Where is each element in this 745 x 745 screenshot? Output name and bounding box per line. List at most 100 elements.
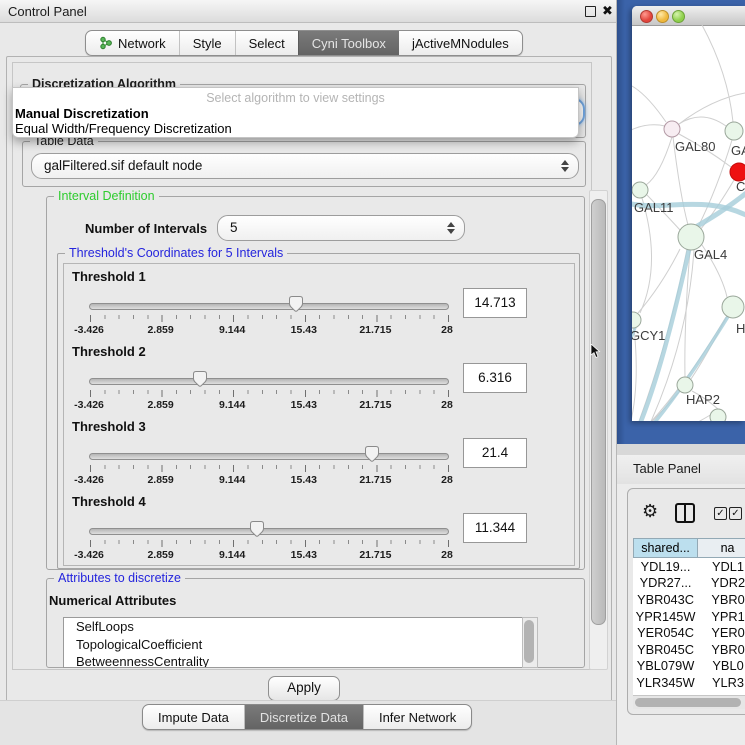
tab-jactivemnodules[interactable]: jActiveMNodules [399,31,522,55]
network-icon [99,36,113,50]
spinner-arrows-icon [447,222,455,234]
node-gcy1 [632,312,641,328]
list-item[interactable]: SelfLoops [64,618,523,636]
threshold-3-slider[interactable]: -3.426 2.859 9.144 15.43 21.715 28 [89,447,447,487]
slider-thumb[interactable] [192,370,208,387]
intervals-value: 5 [230,220,238,235]
attributes-group: Attributes to discretize Numerical Attri… [46,578,585,668]
list-item[interactable]: TopologicalCoefficient [64,636,523,654]
table-row[interactable]: YBL079WYBL0 [633,658,745,675]
table-row[interactable]: YBR043CYBR0 [633,591,745,608]
close-traffic-light-icon[interactable] [640,10,653,23]
tab-network-label: Network [118,36,166,51]
float-window-icon[interactable] [585,6,596,17]
mouse-cursor [590,344,602,360]
table-panel-titlebar: Table Panel [617,455,745,485]
split-columns-icon[interactable] [675,503,695,523]
table-data-combobox[interactable]: galFiltered.sif default node [31,153,579,179]
algorithm-dropdown-popup: Select algorithm to view settings Manual… [12,87,579,138]
tab-cyni-toolbox[interactable]: Cyni Toolbox [298,31,399,55]
scrollbar-thumb[interactable] [524,620,534,663]
column-header-name[interactable]: na [698,538,745,558]
dropdown-option-equal-width[interactable]: Equal Width/Frequency Discretization [15,121,232,136]
threshold-4-slider[interactable]: -3.426 2.859 9.144 15.43 21.715 28 [89,522,447,562]
control-panel-titlebar: Control Panel ✖ [0,0,616,23]
network-canvas[interactable]: GAL80 GA C GAL11 GAL4 GCY1 H HAP2 [632,25,745,421]
tab-infer-network[interactable]: Infer Network [363,705,471,729]
zoom-traffic-light-icon[interactable] [672,10,685,23]
node-bottom-partial [710,409,726,421]
gear-icon[interactable]: ⚙ [642,501,658,522]
threshold-3-label: Threshold 3 [72,419,146,434]
table-horizontal-scrollbar[interactable] [633,695,745,709]
slider-major-ticks [90,315,449,322]
table-row[interactable]: YLR345WYLR3 [633,674,745,691]
node-label-c-cut: C [736,179,745,194]
slider-thumb[interactable] [288,295,304,312]
node-table[interactable]: shared... na YDL19...YDL1 YDR27...YDR2 Y… [633,538,745,695]
network-desktop-background: GAL80 GA C GAL11 GAL4 GCY1 H HAP2 [617,0,745,444]
slider-track[interactable] [89,303,449,310]
node-label-h-cut: H [736,321,745,336]
threshold-2-value-input[interactable]: 6.316 [463,363,527,393]
scrollbar-thumb[interactable] [591,199,606,625]
threshold-1-value-input[interactable]: 14.713 [463,288,527,318]
close-icon[interactable]: ✖ [602,3,613,19]
top-tab-bar: Network Style Select Cyni Toolbox jActiv… [85,30,523,56]
list-item[interactable]: BetweennessCentrality [64,653,523,668]
scrollbar-thumb[interactable] [635,698,741,707]
checkbox-icon[interactable]: ✓ [714,507,727,520]
threshold-2-panel: Threshold 2 -3.426 2.859 9.144 15.43 [64,339,572,415]
apply-button[interactable]: Apply [268,676,340,701]
table-data-group: Table Data galFiltered.sif default node [22,141,586,187]
tab-style[interactable]: Style [179,31,235,55]
slider-tick-labels: -3.426 2.859 9.144 15.43 21.715 28 [89,474,447,486]
tab-network[interactable]: Network [86,31,179,55]
table-data-selected-value: galFiltered.sif default node [44,158,202,173]
numerical-attributes-label: Numerical Attributes [49,593,176,608]
node-label-hap2: HAP2 [686,392,720,407]
column-header-shared-name[interactable]: shared... [633,538,698,558]
threshold-1-slider[interactable]: -3.426 2.859 9.144 15.43 21.715 28 [89,297,447,337]
tab-select[interactable]: Select [235,31,298,55]
screen: Control Panel ✖ Network Style Select Cyn… [0,0,745,745]
table-row[interactable]: YDL19...YDL1 [633,558,745,575]
numerical-attributes-list[interactable]: SelfLoops TopologicalCoefficient Between… [63,617,524,668]
threshold-3-value-input[interactable]: 21.4 [463,438,527,468]
node-h [722,296,744,318]
node-label-gcy1: GCY1 [632,328,665,343]
slider-major-ticks [90,540,449,547]
slider-track[interactable] [89,453,449,460]
table-row[interactable]: YER054CYER0 [633,624,745,641]
slider-track[interactable] [89,528,449,535]
table-row[interactable]: YDR27...YDR2 [633,575,745,592]
table-panel-title: Table Panel [633,461,701,476]
slider-thumb[interactable] [364,445,380,462]
combo-arrows-icon [561,160,569,172]
dropdown-option-manual[interactable]: Manual Discretization [15,106,149,121]
slider-track[interactable] [89,378,449,385]
attributes-group-title: Attributes to discretize [54,571,185,585]
tab-impute-data[interactable]: Impute Data [143,705,244,729]
table-row[interactable]: YBR045CYBR0 [633,641,745,658]
table-panel-area: ⚙ ✓ ✓ shared... na YDL19...YDL1 YDR27...… [617,484,745,745]
threshold-1-label: Threshold 1 [72,269,146,284]
network-view-window: GAL80 GA C GAL11 GAL4 GCY1 H HAP2 [632,6,745,421]
threshold-1-panel: Threshold 1 -3.426 2.859 9.144 15.43 [64,264,572,340]
node-label-gal11: GAL11 [634,200,674,215]
minimize-traffic-light-icon[interactable] [656,10,669,23]
number-of-intervals-spinner[interactable]: 5 [217,215,465,241]
threshold-4-value-input[interactable]: 11.344 [463,513,527,543]
list-vertical-scrollbar[interactable] [522,617,538,668]
tab-discretize-data[interactable]: Discretize Data [244,705,363,729]
interval-definition-group: Interval Definition Number of Intervals … [46,196,585,570]
slider-tick-labels: -3.426 2.859 9.144 15.43 21.715 28 [89,399,447,411]
settings-vertical-scrollbar[interactable] [589,190,608,670]
interval-definition-title: Interval Definition [54,189,159,203]
table-row[interactable]: YPR145WYPR1 [633,608,745,625]
checkbox-icon[interactable]: ✓ [729,507,742,520]
slider-thumb[interactable] [249,520,265,537]
threshold-4-label: Threshold 4 [72,494,146,509]
panel-title: Control Panel [8,4,87,19]
threshold-2-slider[interactable]: -3.426 2.859 9.144 15.43 21.715 28 [89,372,447,412]
